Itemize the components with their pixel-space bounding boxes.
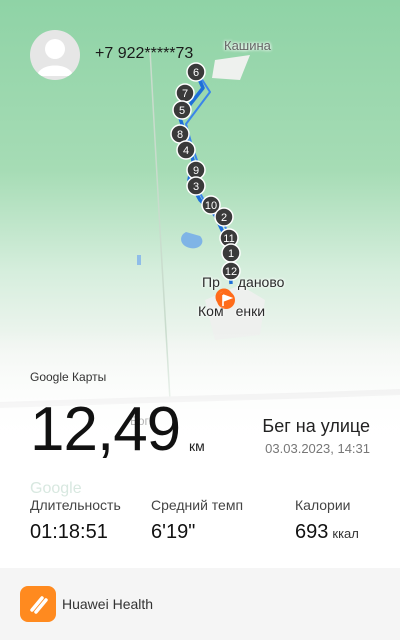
google-watermark: Google bbox=[30, 480, 82, 497]
activity-datetime: 03.03.2023, 14:31 bbox=[265, 441, 370, 456]
km-markers: 675849310211112 bbox=[170, 62, 241, 281]
map-label-village1: Пр даново bbox=[202, 274, 285, 290]
svg-text:5: 5 bbox=[179, 105, 185, 117]
settlement-area-top bbox=[212, 55, 250, 80]
huawei-health-icon bbox=[20, 586, 56, 622]
activity-type: Бег на улице bbox=[262, 416, 370, 436]
km-marker-3: 3 bbox=[186, 176, 206, 196]
calories-unit: ккал bbox=[332, 526, 359, 541]
svg-text:4: 4 bbox=[183, 145, 189, 157]
duration-label: Длительность bbox=[30, 497, 121, 513]
svg-text:9: 9 bbox=[193, 165, 199, 177]
svg-text:1: 1 bbox=[228, 248, 234, 260]
calories-value: 693 ккал bbox=[295, 521, 359, 543]
distance-unit: км bbox=[189, 438, 205, 454]
user-icon bbox=[37, 39, 73, 76]
svg-text:7: 7 bbox=[182, 88, 188, 100]
km-marker-4: 4 bbox=[176, 140, 196, 160]
lake bbox=[181, 232, 203, 249]
phone-number: +7 922*****73 bbox=[95, 45, 194, 62]
avatar[interactable] bbox=[30, 30, 80, 80]
map-label-village2: Ком енки bbox=[198, 303, 266, 319]
svg-text:8: 8 bbox=[177, 129, 183, 141]
svg-text:2: 2 bbox=[221, 212, 227, 224]
svg-text:3: 3 bbox=[193, 181, 199, 193]
km-marker-6: 6 bbox=[186, 62, 206, 82]
km-marker-5: 5 bbox=[172, 100, 192, 120]
pond bbox=[137, 255, 141, 265]
distance-value: 12,49 bbox=[30, 395, 181, 464]
calories-label: Калории bbox=[295, 497, 351, 513]
km-marker-1: 1 bbox=[221, 243, 241, 263]
svg-text:6: 6 bbox=[193, 67, 199, 79]
svg-text:10: 10 bbox=[205, 200, 217, 212]
app-footer[interactable]: Huawei Health bbox=[0, 568, 400, 640]
pace-label: Средний темп bbox=[151, 497, 244, 513]
svg-text:11: 11 bbox=[223, 233, 234, 245]
app-name: Huawei Health bbox=[62, 596, 154, 612]
km-marker-2: 2 bbox=[214, 207, 234, 227]
map-attribution[interactable]: Google Карты bbox=[30, 370, 106, 384]
pace-value: 6'19" bbox=[151, 521, 196, 543]
route-map[interactable]: 6 7 5 8 4 9 3 10 2 11 1 12 +7 922*****73 Кашина Пр д… bbox=[0, 0, 400, 568]
map-label-kashina: Кашина bbox=[224, 38, 271, 53]
duration-value: 01:18:51 bbox=[30, 521, 108, 543]
km-marker-7: 7 bbox=[175, 83, 195, 103]
